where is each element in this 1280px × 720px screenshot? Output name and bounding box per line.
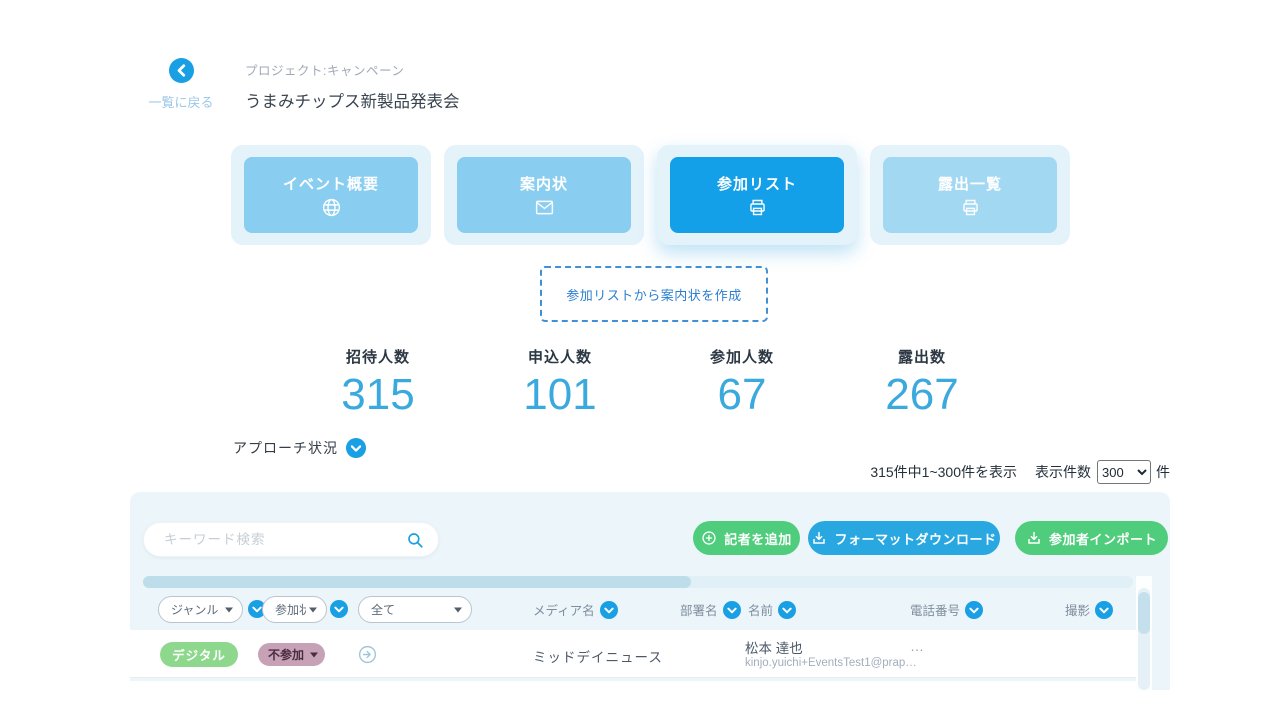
- page: 一覧に戻る プロジェクト:キャンペーン うまみチップス新製品発表会 イベント概要…: [0, 0, 1280, 720]
- phone-cell: …: [910, 638, 927, 654]
- genre-filter: ジャンル: [158, 596, 243, 623]
- vertical-scrollbar-thumb[interactable]: [1138, 592, 1150, 634]
- scope-filter-select[interactable]: 全て: [359, 597, 471, 622]
- genre-badge: デジタル: [160, 642, 238, 667]
- search-box: [143, 522, 439, 557]
- per-page-unit: 件: [1156, 462, 1170, 482]
- printer-icon: [747, 197, 768, 218]
- tab-label: 参加リスト: [717, 173, 797, 194]
- attendance-status-select-wrap: 不参加: [258, 643, 325, 666]
- sort-chevron-icon[interactable]: [600, 601, 618, 619]
- approach-status-label: アプローチ状況: [233, 438, 338, 458]
- printer-icon: [960, 197, 981, 218]
- participation-status-filter-select[interactable]: 参加状況: [263, 597, 326, 622]
- participant-email: kinjo.yuichi+EventsTest1@prap…: [745, 657, 917, 669]
- sort-chevron-icon[interactable]: [778, 601, 796, 619]
- create-invitation-from-list-button[interactable]: 参加リストから案内状を作成: [540, 266, 768, 322]
- tab-participant-list[interactable]: 参加リスト: [657, 145, 857, 245]
- back-label[interactable]: 一覧に戻る: [140, 92, 222, 111]
- tab-label: イベント概要: [283, 173, 379, 194]
- media-name-cell: ミッドデイニュース: [533, 646, 663, 666]
- participant-list-panel: 記者を追加 フォーマットダウンロード 参加者インポート ジャンル 参加状況: [130, 492, 1170, 690]
- genre-filter-select[interactable]: ジャンル: [159, 597, 242, 622]
- download-icon: [811, 530, 827, 546]
- sort-chevron-icon[interactable]: [723, 601, 741, 619]
- sort-chevron-icon[interactable]: [965, 601, 983, 619]
- chevron-left-icon[interactable]: [169, 58, 194, 83]
- tab-bar: イベント概要 案内状 参加リスト 露出一覧: [231, 145, 1070, 245]
- tab-invitation[interactable]: 案内状: [444, 145, 644, 245]
- import-participants-label: 参加者インポート: [1049, 529, 1157, 548]
- column-header-department: 部署名: [680, 600, 741, 619]
- search-icon[interactable]: [406, 531, 424, 549]
- add-reporter-button[interactable]: 記者を追加: [693, 521, 800, 555]
- column-header-photo: 撮影: [1065, 600, 1113, 619]
- column-header-media-name: メディア名: [533, 600, 618, 619]
- scope-filter: 全て: [358, 596, 472, 623]
- plus-circle-icon: [701, 530, 717, 546]
- project-heading: プロジェクト:キャンペーン うまみチップス新製品発表会: [245, 60, 460, 112]
- stat-invited: 招待人数 315: [288, 346, 468, 419]
- pagination-bar: 315件中1~300件を表示 表示件数 300 件: [870, 460, 1170, 484]
- format-download-label: フォーマットダウンロード: [834, 529, 996, 548]
- format-download-button[interactable]: フォーマットダウンロード: [808, 521, 1000, 555]
- stat-label: 申込人数: [470, 346, 650, 367]
- globe-icon: [321, 197, 342, 218]
- column-header-phone: 電話番号: [910, 600, 983, 619]
- stat-exposure: 露出数 267: [832, 346, 1012, 419]
- stat-value: 101: [470, 371, 650, 419]
- participation-status-filter: 参加状況: [262, 596, 327, 623]
- stat-value: 267: [832, 371, 1012, 419]
- import-participants-button[interactable]: 参加者インポート: [1015, 521, 1168, 555]
- back-button[interactable]: 一覧に戻る: [140, 58, 222, 111]
- tab-label: 案内状: [520, 173, 568, 194]
- import-icon: [1026, 530, 1042, 546]
- stat-attended: 参加人数 67: [652, 346, 832, 419]
- sort-chevron-icon[interactable]: [1095, 601, 1113, 619]
- search-input[interactable]: [144, 523, 438, 556]
- table-row[interactable]: 伊藤 貴子: [130, 681, 1136, 690]
- participant-name: 松本 達也: [745, 637, 803, 657]
- stat-value: 67: [652, 371, 832, 419]
- table-header-row: ジャンル 参加状況 全て メディア名 部署名 名前: [130, 592, 1136, 628]
- approach-status: アプローチ状況: [233, 438, 366, 458]
- table-row[interactable]: デジタル 不参加 ミッドデイニュース 松本 達也 kinjo.yuichi+Ev…: [130, 630, 1136, 678]
- tab-event-overview[interactable]: イベント概要: [231, 145, 431, 245]
- stat-label: 参加人数: [652, 346, 832, 367]
- attendance-status-select[interactable]: 不参加: [258, 643, 325, 666]
- page-title: うまみチップス新製品発表会: [245, 88, 460, 112]
- stat-applied: 申込人数 101: [470, 346, 650, 419]
- tab-label: 露出一覧: [938, 173, 1002, 194]
- per-page-select[interactable]: 300: [1097, 460, 1151, 484]
- stat-value: 315: [288, 371, 468, 419]
- stat-label: 露出数: [832, 346, 1012, 367]
- status-sort-chevron-icon[interactable]: [330, 600, 348, 618]
- chevron-down-icon[interactable]: [346, 438, 366, 458]
- horizontal-scrollbar[interactable]: [143, 576, 1133, 588]
- stat-label: 招待人数: [288, 346, 468, 367]
- add-reporter-label: 記者を追加: [724, 529, 792, 548]
- project-label: プロジェクト:キャンペーン: [245, 60, 460, 79]
- pagination-range-text: 315件中1~300件を表示: [870, 462, 1017, 482]
- open-detail-arrow-icon[interactable]: [357, 644, 378, 665]
- horizontal-scrollbar-thumb[interactable]: [143, 576, 691, 588]
- tab-exposure-list[interactable]: 露出一覧: [870, 145, 1070, 245]
- per-page-label: 表示件数: [1035, 462, 1091, 482]
- column-header-name: 名前: [748, 600, 796, 619]
- mail-icon: [534, 197, 555, 218]
